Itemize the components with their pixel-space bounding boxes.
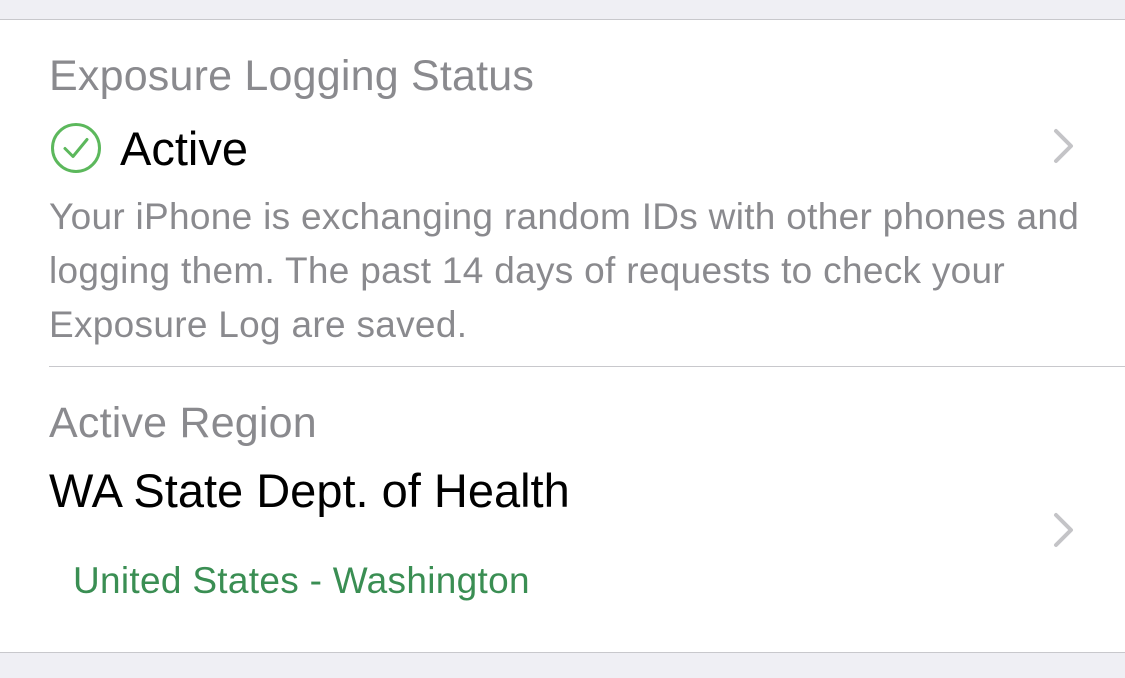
exposure-logging-status-cell[interactable]: Exposure Logging Status Active Your iPho… bbox=[0, 20, 1125, 366]
bottom-group-spacer bbox=[0, 653, 1125, 678]
top-group-spacer bbox=[0, 0, 1125, 20]
region-subtitle: United States - Washington bbox=[73, 560, 530, 601]
active-region-label: Active Region bbox=[49, 399, 317, 447]
chevron-right-icon bbox=[1053, 128, 1075, 164]
chevron-right-icon bbox=[1053, 512, 1075, 548]
active-region-cell[interactable]: Active Region WA State Dept. of Health U… bbox=[0, 367, 1125, 653]
status-value: Active bbox=[120, 121, 248, 175]
checkmark-circle-icon bbox=[50, 122, 102, 174]
exposure-logging-status-label: Exposure Logging Status bbox=[49, 52, 535, 100]
region-value: WA State Dept. of Health bbox=[49, 464, 570, 517]
exposure-settings-group: Exposure Logging Status Active Your iPho… bbox=[0, 20, 1125, 653]
status-description: Your iPhone is exchanging random IDs wit… bbox=[49, 196, 1080, 345]
status-row: Active bbox=[50, 120, 248, 176]
